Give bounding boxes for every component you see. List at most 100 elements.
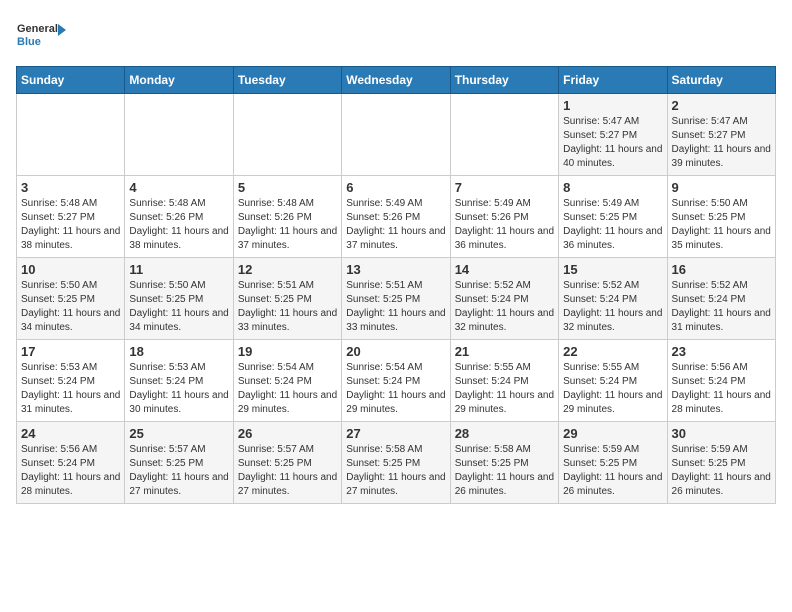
calendar-cell: 19 Sunrise: 5:54 AM Sunset: 5:24 PM Dayli…	[233, 340, 341, 422]
day-number: 27	[346, 426, 445, 441]
calendar-cell	[233, 94, 341, 176]
logo: General Blue	[16, 16, 66, 56]
day-info: Sunrise: 5:51 AM Sunset: 5:25 PM Dayligh…	[238, 279, 337, 335]
day-info: Sunrise: 5:57 AM Sunset: 5:25 PM Dayligh…	[238, 443, 337, 499]
day-number: 16	[672, 262, 771, 277]
day-number: 15	[563, 262, 662, 277]
day-number: 24	[21, 426, 120, 441]
day-number: 7	[455, 180, 554, 195]
day-number: 28	[455, 426, 554, 441]
day-info: Sunrise: 5:49 AM Sunset: 5:25 PM Dayligh…	[563, 197, 662, 253]
calendar-cell: 20 Sunrise: 5:54 AM Sunset: 5:24 PM Dayli…	[342, 340, 450, 422]
calendar-cell: 4Sunrise: 5:48 AM Sunset: 5:26 PM Daylig…	[125, 176, 233, 258]
day-info: Sunrise: 5:50 AM Sunset: 5:25 PM Dayligh…	[129, 279, 228, 335]
calendar-cell: 29 Sunrise: 5:59 AM Sunset: 5:25 PM Dayli…	[559, 422, 667, 504]
day-number: 2	[672, 98, 771, 113]
day-number: 22	[563, 344, 662, 359]
calendar-cell: 13 Sunrise: 5:51 AM Sunset: 5:25 PM Dayli…	[342, 258, 450, 340]
day-info: Sunrise: 5:53 AM Sunset: 5:24 PM Dayligh…	[21, 361, 120, 417]
calendar-cell	[17, 94, 125, 176]
day-info: Sunrise: 5:53 AM Sunset: 5:24 PM Dayligh…	[129, 361, 228, 417]
day-number: 4	[129, 180, 228, 195]
calendar-cell: 30 Sunrise: 5:59 AM Sunset: 5:25 PM Dayli…	[667, 422, 775, 504]
logo-svg: General Blue	[16, 16, 66, 56]
weekday-header-wednesday: Wednesday	[342, 67, 450, 94]
week-row-3: 10 Sunrise: 5:50 AM Sunset: 5:25 PM Dayli…	[17, 258, 776, 340]
day-info: Sunrise: 5:49 AM Sunset: 5:26 PM Dayligh…	[455, 197, 554, 253]
calendar-cell: 5 Sunrise: 5:48 AM Sunset: 5:26 PM Daylig…	[233, 176, 341, 258]
day-info: Sunrise: 5:58 AM Sunset: 5:25 PM Dayligh…	[346, 443, 445, 499]
day-number: 26	[238, 426, 337, 441]
week-row-2: 3 Sunrise: 5:48 AM Sunset: 5:27 PM Daylig…	[17, 176, 776, 258]
calendar-cell: 2 Sunrise: 5:47 AM Sunset: 5:27 PM Daylig…	[667, 94, 775, 176]
weekday-header-tuesday: Tuesday	[233, 67, 341, 94]
calendar-cell	[450, 94, 558, 176]
day-number: 14	[455, 262, 554, 277]
day-info: Sunrise: 5:51 AM Sunset: 5:25 PM Dayligh…	[346, 279, 445, 335]
day-info: Sunrise: 5:52 AM Sunset: 5:24 PM Dayligh…	[672, 279, 771, 335]
calendar-cell: 21 Sunrise: 5:55 AM Sunset: 5:24 PM Dayli…	[450, 340, 558, 422]
calendar-cell: 27 Sunrise: 5:58 AM Sunset: 5:25 PM Dayli…	[342, 422, 450, 504]
day-number: 17	[21, 344, 120, 359]
day-info: Sunrise: 5:52 AM Sunset: 5:24 PM Dayligh…	[455, 279, 554, 335]
day-number: 30	[672, 426, 771, 441]
page-header: General Blue	[16, 16, 776, 56]
day-info: Sunrise: 5:52 AM Sunset: 5:24 PM Dayligh…	[563, 279, 662, 335]
day-info: Sunrise: 5:56 AM Sunset: 5:24 PM Dayligh…	[21, 443, 120, 499]
weekday-header-monday: Monday	[125, 67, 233, 94]
day-info: Sunrise: 5:59 AM Sunset: 5:25 PM Dayligh…	[563, 443, 662, 499]
calendar-cell: 25 Sunrise: 5:57 AM Sunset: 5:25 PM Dayli…	[125, 422, 233, 504]
weekday-header-saturday: Saturday	[667, 67, 775, 94]
day-info: Sunrise: 5:55 AM Sunset: 5:24 PM Dayligh…	[455, 361, 554, 417]
day-number: 20	[346, 344, 445, 359]
day-info: Sunrise: 5:59 AM Sunset: 5:25 PM Dayligh…	[672, 443, 771, 499]
day-info: Sunrise: 5:54 AM Sunset: 5:24 PM Dayligh…	[346, 361, 445, 417]
day-info: Sunrise: 5:49 AM Sunset: 5:26 PM Dayligh…	[346, 197, 445, 253]
day-number: 13	[346, 262, 445, 277]
day-number: 18	[129, 344, 228, 359]
day-info: Sunrise: 5:55 AM Sunset: 5:24 PM Dayligh…	[563, 361, 662, 417]
calendar-cell: 12 Sunrise: 5:51 AM Sunset: 5:25 PM Dayli…	[233, 258, 341, 340]
day-info: Sunrise: 5:57 AM Sunset: 5:25 PM Dayligh…	[129, 443, 228, 499]
day-number: 21	[455, 344, 554, 359]
week-row-1: 1Sunrise: 5:47 AM Sunset: 5:27 PM Daylig…	[17, 94, 776, 176]
weekday-header-thursday: Thursday	[450, 67, 558, 94]
calendar-cell: 16 Sunrise: 5:52 AM Sunset: 5:24 PM Dayli…	[667, 258, 775, 340]
day-number: 10	[21, 262, 120, 277]
week-row-4: 17 Sunrise: 5:53 AM Sunset: 5:24 PM Dayli…	[17, 340, 776, 422]
calendar-cell	[342, 94, 450, 176]
calendar-cell	[125, 94, 233, 176]
calendar-cell: 26 Sunrise: 5:57 AM Sunset: 5:25 PM Dayli…	[233, 422, 341, 504]
calendar-cell: 15 Sunrise: 5:52 AM Sunset: 5:24 PM Dayli…	[559, 258, 667, 340]
calendar-cell: 14 Sunrise: 5:52 AM Sunset: 5:24 PM Dayli…	[450, 258, 558, 340]
calendar-cell: 18 Sunrise: 5:53 AM Sunset: 5:24 PM Dayli…	[125, 340, 233, 422]
day-number: 8	[563, 180, 662, 195]
day-number: 5	[238, 180, 337, 195]
day-info: Sunrise: 5:50 AM Sunset: 5:25 PM Dayligh…	[21, 279, 120, 335]
calendar-cell: 8 Sunrise: 5:49 AM Sunset: 5:25 PM Daylig…	[559, 176, 667, 258]
svg-text:Blue: Blue	[17, 36, 41, 48]
calendar-cell: 23Sunrise: 5:56 AM Sunset: 5:24 PM Dayli…	[667, 340, 775, 422]
day-number: 12	[238, 262, 337, 277]
calendar-cell: 6Sunrise: 5:49 AM Sunset: 5:26 PM Daylig…	[342, 176, 450, 258]
weekday-header-friday: Friday	[559, 67, 667, 94]
calendar-cell: 22 Sunrise: 5:55 AM Sunset: 5:24 PM Dayli…	[559, 340, 667, 422]
calendar-cell: 9Sunrise: 5:50 AM Sunset: 5:25 PM Daylig…	[667, 176, 775, 258]
day-number: 19	[238, 344, 337, 359]
day-number: 29	[563, 426, 662, 441]
day-info: Sunrise: 5:54 AM Sunset: 5:24 PM Dayligh…	[238, 361, 337, 417]
day-number: 9	[672, 180, 771, 195]
day-number: 11	[129, 262, 228, 277]
day-info: Sunrise: 5:48 AM Sunset: 5:26 PM Dayligh…	[238, 197, 337, 253]
calendar-cell: 3 Sunrise: 5:48 AM Sunset: 5:27 PM Daylig…	[17, 176, 125, 258]
calendar-cell: 17 Sunrise: 5:53 AM Sunset: 5:24 PM Dayli…	[17, 340, 125, 422]
day-info: Sunrise: 5:47 AM Sunset: 5:27 PM Dayligh…	[672, 115, 771, 171]
calendar-cell: 10 Sunrise: 5:50 AM Sunset: 5:25 PM Dayli…	[17, 258, 125, 340]
calendar-table: SundayMondayTuesdayWednesdayThursdayFrid…	[16, 66, 776, 504]
day-number: 3	[21, 180, 120, 195]
day-number: 25	[129, 426, 228, 441]
day-info: Sunrise: 5:56 AM Sunset: 5:24 PM Dayligh…	[672, 361, 771, 417]
calendar-cell: 7 Sunrise: 5:49 AM Sunset: 5:26 PM Daylig…	[450, 176, 558, 258]
svg-text:General: General	[17, 23, 58, 35]
day-info: Sunrise: 5:48 AM Sunset: 5:27 PM Dayligh…	[21, 197, 120, 253]
